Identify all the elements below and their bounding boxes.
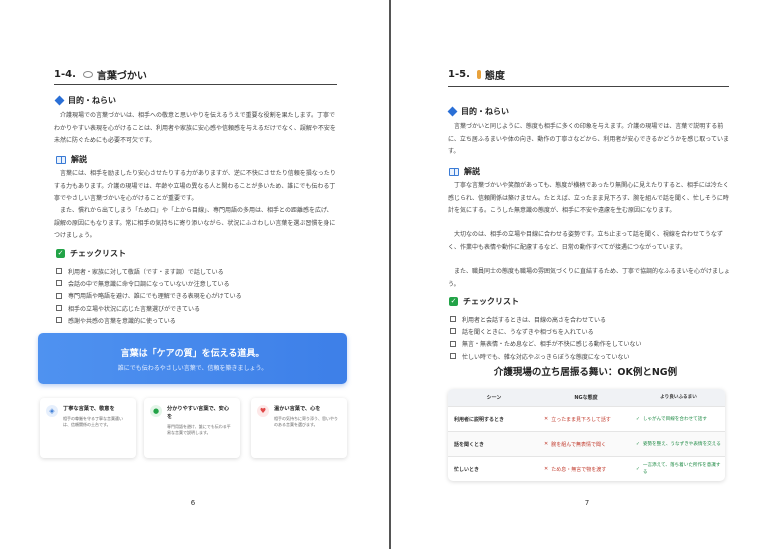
checklist-item[interactable]: 感謝や共感の言葉を意識的に使っている (56, 314, 242, 326)
check-icon: ✓ (636, 416, 640, 422)
column-header: シーン (486, 395, 502, 401)
explain-text-1: 言葉には、相手を励ましたり安心させたりする力がありますが、逆に不快にさせたり信頼… (54, 170, 336, 202)
table-title: 介護現場の立ち居振る舞い：OK例とNG例 (493, 367, 678, 378)
cross-icon: ✕ (544, 466, 549, 472)
explain-text-3: また、職員同士の態度も職場の雰囲気づくりに直結するため、丁寧で協調的なふるまいを… (448, 268, 731, 288)
checkbox[interactable] (450, 328, 456, 335)
column-header: NGな態度 (574, 395, 598, 401)
checkbox[interactable] (450, 340, 456, 347)
behavior-table: シーン NGな態度 より良いふるまい 利用者に説明するとき ✕ 立ったまま見下ろし… (448, 389, 725, 481)
table-row: 話を聞くとき ✕ 腕を組んで無表情で聞く ✓ 姿勢を整え、うなずきや表情を交える (448, 431, 725, 456)
left-page: 1-4. 言葉づかい 目的・ねらい 介護現場での言葉づかいは、相手への敬意と思い… (0, 0, 389, 549)
checklist-heading: ✓ チェックリスト (56, 249, 126, 258)
checklist-item[interactable]: 無言・無表情・ため息など、相手が不快に感じる動作をしていない (450, 338, 642, 350)
table-row: 忙しいとき ✕ ため息・無言で物を渡す ✓ 一言添えて、落ち着いた所作を意識する (448, 456, 725, 481)
point-card: ♥ 温かい言葉で、心を 相手の気持ちに寄り添う、思いやりのある言葉を選びます。 (251, 398, 347, 458)
purpose-heading: 目的・ねらい (54, 95, 116, 106)
checkbox[interactable] (56, 305, 62, 312)
purpose-text: 言葉づかいと同じように、態度も相手に多くの印象を与えます。介護の現場では、言葉で… (448, 123, 729, 155)
explain-text-2: 大切なのは、相手の立場や目線に合わせる姿勢です。立ち止まって話を聞く、視線を合わ… (448, 231, 723, 251)
speech-bubble-icon (82, 71, 93, 78)
book-icon (56, 155, 66, 164)
checkbox[interactable] (450, 316, 456, 323)
checkbox[interactable] (56, 292, 62, 299)
check-icon: ✓ (636, 466, 640, 472)
purpose-heading: 目的・ねらい (447, 106, 509, 117)
section-title: 1-5. 態度 (448, 69, 505, 82)
diamond-icon (447, 106, 458, 117)
cross-icon: ✕ (544, 441, 549, 447)
column-header: より良いふるまい (660, 395, 697, 400)
cross-icon: ✕ (544, 416, 549, 422)
checklist-item[interactable]: 相手の立場や状況に応じた言葉選びができている (56, 302, 242, 314)
check-icon: ✓ (449, 297, 458, 306)
check-icon: ✓ (56, 249, 65, 258)
checklist-item[interactable]: 利用者と会話するときは、目線の高さを合わせている (450, 313, 642, 325)
checkbox[interactable] (450, 353, 456, 360)
checkbox[interactable] (56, 268, 62, 275)
checklist-item[interactable]: 利用者・家族に対して敬語（です・ます調）で話している (56, 265, 242, 277)
point-card: ● 分かりやすい言葉で、安心を 専門用語を避け、誰にでも伝わる平易な言葉で説明し… (144, 398, 240, 458)
section-divider (54, 84, 337, 85)
explain-text-1: 丁寧な言葉づかいや笑顔があっても、態度が横柄であったり無関心に見えたりすると、相… (448, 182, 729, 214)
shield-icon: ◈ (46, 405, 58, 417)
explain-heading: 解説 (449, 166, 480, 177)
lightbulb-icon: ● (150, 405, 162, 417)
page-number: 6 (190, 499, 196, 507)
point-card: ◈ 丁寧な言葉で、敬意を 相手の尊厳を守る丁寧な言葉遣いは、信頼関係の土台です。 (40, 398, 136, 458)
book-icon (449, 167, 459, 176)
section-divider (448, 86, 729, 87)
table-header-row: シーン NGな態度 より良いふるまい (448, 389, 725, 406)
person-icon (476, 70, 481, 79)
key-message-banner: 言葉は「ケアの質」を伝える道具。 誰にでも伝わるやさしい言葉で、信頼を築きましょ… (38, 333, 347, 384)
checkbox[interactable] (56, 317, 62, 324)
checklist-heading: ✓ チェックリスト (449, 297, 519, 306)
page-number: 7 (584, 499, 590, 507)
checklist-item[interactable]: 忙しい時でも、雑な対応やぶっきらぼうな態度になっていない (450, 350, 642, 362)
checklist-item[interactable]: 会話の中で無意識に命令口調になっていないか注意している (56, 277, 242, 289)
checklist: 利用者・家族に対して敬語（です・ます調）で話している 会話の中で無意識に命令口調… (56, 265, 242, 326)
check-icon: ✓ (636, 441, 640, 447)
checklist: 利用者と会話するときは、目線の高さを合わせている 話を聞くときに、うなずきや相づ… (450, 313, 642, 362)
checklist-item[interactable]: 専門用語や略語を避け、誰にでも理解できる表現を心がけている (56, 290, 242, 302)
section-title: 1-4. 言葉づかい (54, 69, 147, 82)
checklist-item[interactable]: 話を聞くときに、うなずきや相づちを入れている (450, 325, 642, 337)
table-row: 利用者に説明するとき ✕ 立ったまま見下ろして話す ✓ しゃがんで目線を合わせて話す (448, 406, 725, 431)
diamond-icon (54, 95, 65, 106)
explain-text-2: また、慣れから出てしまう「ため口」や「上から目線」、専門用語の多用は、相手との距… (54, 207, 336, 239)
checkbox[interactable] (56, 280, 62, 287)
explain-heading: 解説 (56, 154, 87, 165)
purpose-text: 介護現場での言葉づかいは、相手への敬意と思いやりを伝えるうえで重要な役割を果たし… (54, 112, 336, 144)
heart-icon: ♥ (257, 405, 269, 417)
